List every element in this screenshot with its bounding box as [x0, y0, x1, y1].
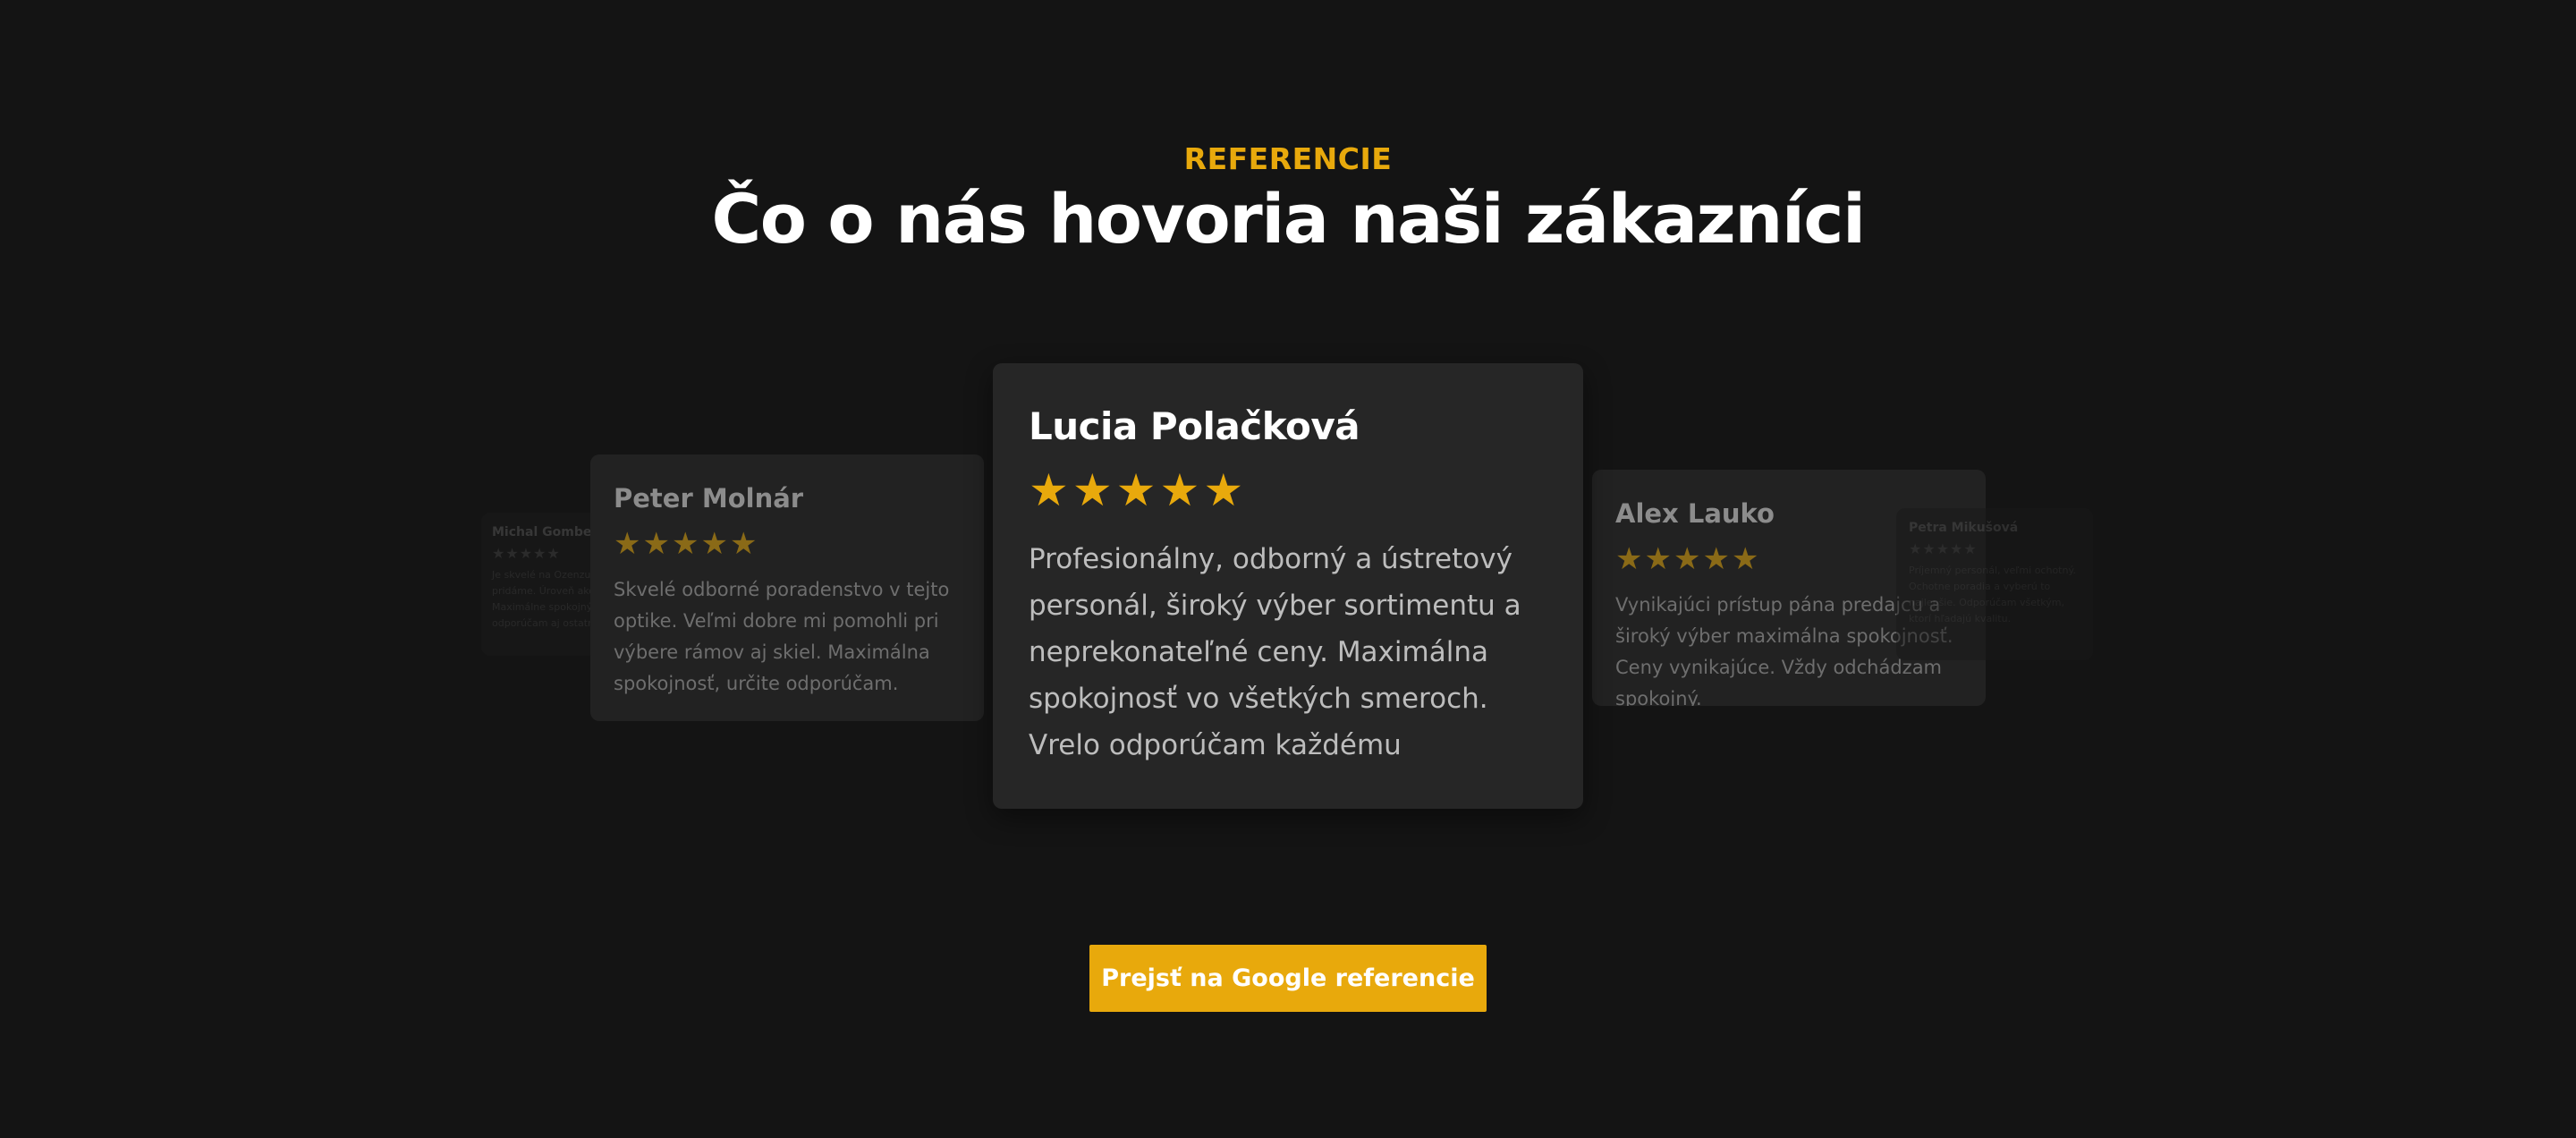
star-icon: ★ — [1673, 541, 1703, 577]
testimonials-section: REFERENCIE Čo o nás hovoria naši zákazní… — [0, 0, 2576, 1138]
star-icon: ★ — [1936, 540, 1951, 557]
star-icon: ★ — [1159, 464, 1204, 516]
star-icon: ★ — [1115, 464, 1160, 516]
section-title: Čo o nás hovoria naši zákazníci — [711, 179, 1866, 259]
section-eyebrow: REFERENCIE — [1183, 141, 1393, 176]
review-text: Profesionálny, odborný a ústretový perso… — [1029, 543, 1521, 761]
review-card-active[interactable]: Lucia Polačková ★★★★★ Profesionálny, odb… — [993, 363, 1583, 809]
star-icon: ★ — [533, 545, 547, 562]
star-icon: ★ — [729, 526, 759, 562]
star-icon: ★ — [505, 545, 520, 562]
star-icon: ★ — [547, 545, 561, 562]
reviewer-name: Lucia Polačková — [1029, 404, 1360, 448]
star-rating: ★★★★★ — [1909, 540, 2080, 557]
star-icon: ★ — [1963, 540, 1978, 557]
star-rating: ★★★★★ — [1029, 464, 1547, 516]
review-card[interactable]: Petra Mikušová ★★★★★ Príjemný personál, … — [1896, 508, 2093, 660]
star-icon: ★ — [1644, 541, 1674, 577]
review-text: Skvelé odborné poradenstvo v tejto optik… — [614, 579, 950, 694]
star-icon: ★ — [671, 526, 701, 562]
star-icon: ★ — [1702, 541, 1732, 577]
star-rating: ★★★★★ — [614, 526, 961, 562]
star-icon: ★ — [642, 526, 672, 562]
reviewer-name: Petra Mikušová — [1909, 521, 2019, 535]
star-icon: ★ — [1072, 464, 1116, 516]
reviewer-name: Peter Molnár — [614, 483, 804, 514]
star-icon: ★ — [700, 526, 730, 562]
star-icon: ★ — [1615, 541, 1645, 577]
star-icon: ★ — [519, 545, 534, 562]
star-icon: ★ — [1203, 464, 1248, 516]
review-card[interactable]: Peter Molnár ★★★★★ Skvelé odborné porade… — [590, 454, 984, 721]
review-text: Príjemný personál, veľmi ochotný. Ochotn… — [1909, 565, 2076, 624]
google-reviews-button[interactable]: Prejsť na Google referencie — [1089, 945, 1487, 1012]
star-icon: ★ — [614, 526, 643, 562]
star-icon: ★ — [1909, 540, 1923, 557]
star-icon: ★ — [1029, 464, 1072, 516]
star-icon: ★ — [1922, 540, 1936, 557]
star-icon: ★ — [1731, 541, 1761, 577]
star-icon: ★ — [1950, 540, 1964, 557]
star-icon: ★ — [492, 545, 506, 562]
